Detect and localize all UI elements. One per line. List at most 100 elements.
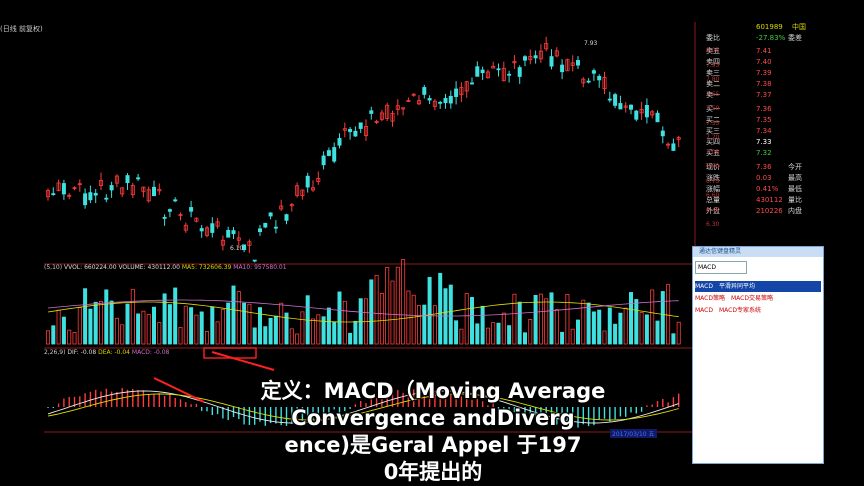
candle-body <box>671 143 676 151</box>
candle-body <box>284 214 289 221</box>
volume-bar <box>114 317 119 345</box>
price-axis-tick: 7.93 <box>706 61 720 69</box>
candle-body <box>321 155 326 166</box>
subtitle-line: 0年提出的 <box>383 460 483 484</box>
candle-body <box>422 87 427 95</box>
volume-bar <box>538 293 543 345</box>
volume-bar <box>125 303 130 345</box>
option-code: MACD策略 <box>695 295 725 302</box>
volume-bar <box>374 274 379 345</box>
candle-body <box>51 193 56 196</box>
weibi-row: 委比 -27.83% 委差 <box>706 34 802 42</box>
price-axis-tick: 7.65 <box>706 90 720 98</box>
volume-bar <box>411 294 416 345</box>
candle-body <box>443 98 448 104</box>
volume-bar <box>289 328 294 345</box>
volume-bar <box>83 288 88 345</box>
volume-bar <box>210 306 215 345</box>
candle-body <box>167 209 172 212</box>
stock-title-bar: 601989 中国 <box>696 22 820 32</box>
candle-body <box>517 67 522 77</box>
price-axis-tick: 6.45 <box>706 206 720 214</box>
volume-bar <box>300 311 305 345</box>
volume-bar <box>51 325 56 345</box>
volume-bar <box>242 302 247 345</box>
volume-bar <box>650 289 655 345</box>
volume-bar <box>581 299 586 345</box>
stock-name: 中国 <box>792 23 806 31</box>
candle-body <box>576 60 581 66</box>
candle-body <box>173 199 178 202</box>
quote-value: 430112 <box>756 196 783 204</box>
annotation-arrow <box>153 377 205 403</box>
volume-bar <box>136 313 141 345</box>
volume-bar <box>358 298 363 345</box>
video-subtitle: 定义：MACD（Moving Average Convergence andDi… <box>200 378 666 486</box>
indicator-label: (日线 前复权) <box>0 25 43 33</box>
candle-body <box>607 98 612 101</box>
volume-bar <box>120 324 125 345</box>
price-axis-tick: 7.20 <box>706 134 720 141</box>
quote-value: 7.39 <box>756 69 772 77</box>
volume-bar <box>522 332 527 345</box>
volume-bar <box>618 312 623 345</box>
volume-bar <box>401 259 406 345</box>
candle-body <box>125 175 130 184</box>
volume-bar <box>194 314 199 345</box>
volume-bar <box>279 302 284 345</box>
volume-bar <box>316 314 321 345</box>
quote-value: 7.38 <box>756 80 772 88</box>
candle-body <box>586 80 591 83</box>
volume-bar <box>597 309 602 345</box>
keyboard-wizard-popup[interactable]: 通达信键盘精灵 MACD MACD 平滑异同平均 MACD策略 MACD交易策略 MAC… <box>692 246 824 464</box>
candle-body <box>618 103 623 110</box>
volume-bar <box>496 322 501 345</box>
volume-bar <box>252 327 257 345</box>
volume-bar <box>183 305 188 345</box>
price-axis-tick: 7.05 <box>706 148 720 156</box>
volume-bar <box>613 323 618 345</box>
volume-bar <box>77 307 82 345</box>
quote-extra: 最低 <box>788 185 802 193</box>
volume-bar <box>104 289 109 345</box>
candle-body <box>660 130 665 137</box>
quote-value: 7.34 <box>756 127 772 135</box>
volume-period: (5,10) <box>44 264 63 271</box>
candle-body <box>189 207 194 212</box>
candle-body <box>109 185 114 191</box>
candle-body <box>549 56 554 67</box>
candle-body <box>369 110 374 114</box>
quote-extra: 内盘 <box>788 207 802 215</box>
quote-value: 7.35 <box>756 116 772 124</box>
candle-body <box>480 69 485 74</box>
volume-bar <box>576 319 581 345</box>
volume-bar <box>199 311 204 345</box>
volume-bar <box>666 284 671 345</box>
popup-option[interactable]: MACD 平滑异同平均 <box>695 281 821 292</box>
quote-extra: 最高 <box>788 174 802 182</box>
popup-title[interactable]: 通达信键盘精灵 <box>693 247 823 257</box>
candle-body <box>88 192 93 201</box>
volume-bar <box>586 302 591 345</box>
volume-bar <box>517 301 522 345</box>
volume-bar <box>607 307 612 345</box>
volume-bar <box>173 287 178 345</box>
candle-body <box>231 230 236 235</box>
volume-bar <box>660 291 665 345</box>
candle-body <box>496 68 501 71</box>
search-input[interactable]: MACD <box>695 261 747 274</box>
volume-bar <box>353 320 358 345</box>
candle-body <box>93 192 98 196</box>
candle-body <box>136 177 141 180</box>
volume-bar <box>332 321 337 345</box>
candle-body <box>591 70 596 74</box>
popup-option[interactable]: MACD MACD专家系统 <box>695 305 821 316</box>
volume-bar <box>438 272 443 345</box>
option-code: MACD <box>695 307 713 314</box>
popup-option[interactable]: MACD策略 MACD交易策略 <box>695 293 821 304</box>
volume-bar <box>257 307 262 345</box>
volume-bar <box>565 294 570 345</box>
candle-body <box>210 223 215 233</box>
volume-bar <box>273 315 278 345</box>
quote-value: 7.36 <box>756 105 772 113</box>
